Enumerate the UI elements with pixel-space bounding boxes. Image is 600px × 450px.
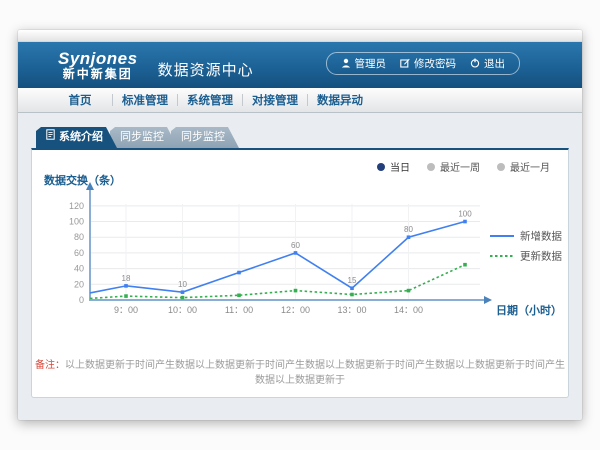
tab-label: 同步监控 [120, 127, 164, 148]
nav-item-data-change[interactable]: 数据异动 [308, 92, 372, 108]
svg-text:10: 10 [178, 280, 187, 289]
top-strip [18, 30, 582, 42]
svg-text:20: 20 [74, 279, 84, 289]
tab-sync-monitor-1[interactable]: 同步监控 [110, 127, 178, 148]
footnote-text: 以上数据更新于时间产生数据以上数据更新于时间产生数据以上数据更新于时间产生数据以… [65, 360, 565, 386]
app-header: Synjones 新中新集团 数据资源中心 管理员 修改密码 退出 [18, 42, 582, 88]
svg-text:100: 100 [458, 210, 472, 219]
svg-text:10：00: 10：00 [168, 305, 197, 315]
main-nav: 首页 标准管理 系统管理 对接管理 数据异动 [18, 88, 582, 113]
content-panel: 当日 最近一周 最近一月 0204060801001209：0010：0011：… [31, 148, 569, 398]
change-password-button[interactable]: 修改密码 [400, 56, 456, 71]
footnote-prefix: 备注： [35, 360, 65, 371]
power-icon [470, 58, 480, 68]
tab-system-intro[interactable]: 系统介绍 [36, 127, 117, 148]
document-icon [46, 127, 55, 148]
current-user-label: 管理员 [355, 56, 387, 71]
radio-dot-icon [497, 163, 505, 171]
svg-text:15: 15 [348, 276, 357, 285]
svg-text:120: 120 [69, 201, 84, 211]
svg-text:14：00: 14：00 [394, 305, 423, 315]
svg-text:11：00: 11：00 [225, 305, 253, 315]
nav-item-home[interactable]: 首页 [48, 92, 112, 108]
footnote: 备注：以上数据更新于时间产生数据以上数据更新于时间产生数据以上数据更新于时间产生… [32, 356, 568, 386]
edit-icon [400, 58, 410, 68]
nav-item-interface-mgmt[interactable]: 对接管理 [243, 92, 307, 108]
page-body: 系统介绍 同步监控 同步监控 当日 最近一周 [18, 113, 582, 398]
current-user[interactable]: 管理员 [341, 56, 387, 71]
logout-label: 退出 [484, 56, 505, 71]
user-icon [341, 58, 351, 68]
svg-text:80: 80 [74, 232, 84, 242]
svg-text:60: 60 [291, 241, 300, 250]
svg-text:18: 18 [122, 274, 131, 283]
svg-text:40: 40 [74, 264, 84, 274]
svg-text:80: 80 [404, 225, 413, 234]
svg-text:新增数据: 新增数据 [520, 230, 562, 243]
tab-sync-monitor-2[interactable]: 同步监控 [171, 127, 239, 148]
svg-text:0: 0 [79, 295, 84, 305]
app-window: Synjones 新中新集团 数据资源中心 管理员 修改密码 退出 首页 标准管… [18, 30, 582, 420]
nav-item-system-mgmt[interactable]: 系统管理 [178, 92, 242, 108]
svg-text:12：00: 12：00 [281, 305, 310, 315]
change-password-label: 修改密码 [414, 56, 456, 71]
chart-area: 0 20 40 60 80 100 120 9：00 10：00 11：00 12：00 13：00 1… [36, 172, 566, 329]
nav-item-standard-mgmt[interactable]: 标准管理 [113, 92, 177, 108]
svg-text:13：00: 13：00 [337, 305, 366, 315]
chart-svg: 0 20 40 60 80 100 120 9：00 10：00 11：00 12：00 13：00 1… [36, 172, 566, 324]
tab-label: 系统介绍 [59, 127, 103, 148]
svg-text:9：00: 9：00 [114, 305, 138, 315]
page-title: 数据资源中心 [158, 59, 254, 80]
logout-button[interactable]: 退出 [470, 56, 505, 71]
svg-text:100: 100 [69, 217, 84, 227]
svg-text:日期（小时）: 日期（小时） [496, 303, 562, 317]
svg-text:更新数据: 更新数据 [520, 250, 562, 263]
brand-logo-subtext: 新中新集团 [63, 68, 133, 81]
brand-logo-text: Synjones [58, 50, 138, 68]
svg-text:数据交换（条）: 数据交换（条） [44, 173, 121, 187]
tab-label: 同步监控 [181, 127, 225, 148]
brand-logo: Synjones 新中新集团 [58, 50, 138, 80]
user-toolbar: 管理员 修改密码 退出 [326, 52, 521, 75]
tab-bar: 系统介绍 同步监控 同步监控 [36, 127, 569, 148]
svg-text:60: 60 [74, 248, 84, 258]
radio-dot-icon [427, 163, 435, 171]
radio-dot-icon [377, 163, 385, 171]
